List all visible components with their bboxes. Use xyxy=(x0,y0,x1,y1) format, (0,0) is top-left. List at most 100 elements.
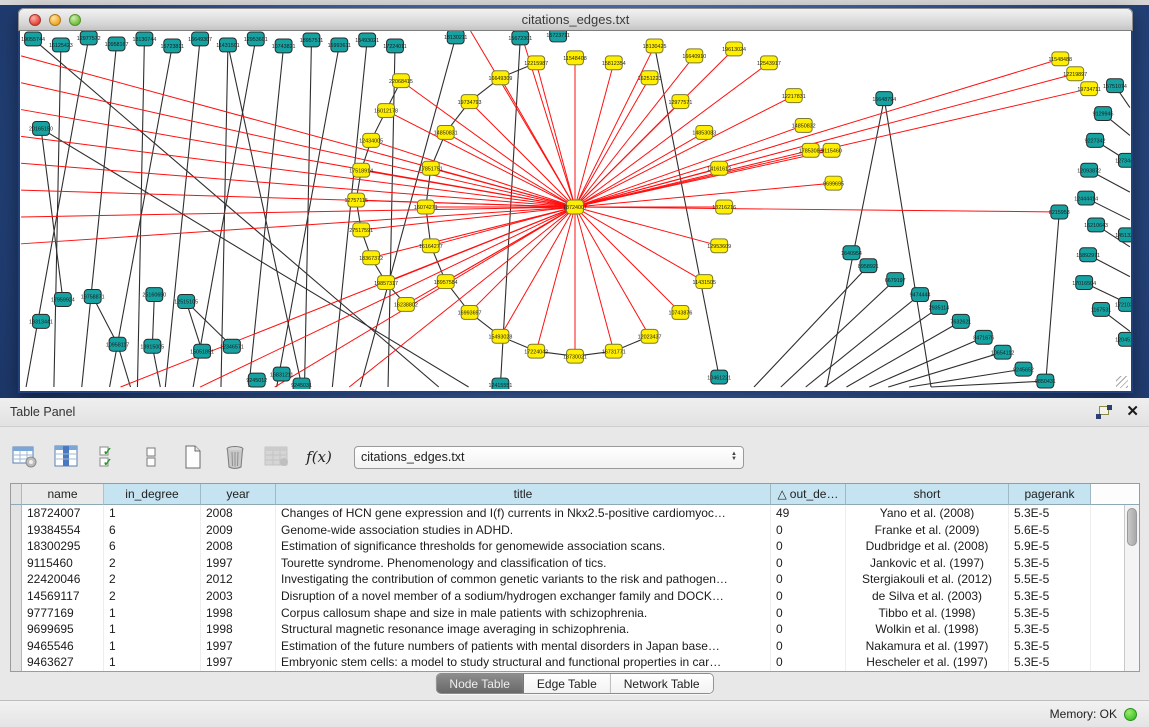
table-cell[interactable]: Corpus callosum shape and size in male p… xyxy=(276,605,771,622)
table-cell[interactable]: 0 xyxy=(771,588,846,605)
table-cell[interactable]: 9777169 xyxy=(22,605,104,622)
column-header-pagerank[interactable]: pagerank xyxy=(1009,484,1091,505)
column-header-title[interactable]: title xyxy=(276,484,771,505)
table-scrollbar[interactable] xyxy=(1124,505,1139,671)
table-cell[interactable]: 1997 xyxy=(201,555,276,572)
column-header-out_de[interactable]: △out_de… xyxy=(771,484,846,505)
table-cell[interactable]: Estimation of the future numbers of pati… xyxy=(276,638,771,655)
table-row[interactable]: 1872400712008Changes of HCN gene express… xyxy=(11,505,1124,522)
table-cell[interactable]: Hescheler et al. (1997) xyxy=(846,654,1009,671)
table-cell[interactable]: 1998 xyxy=(201,605,276,622)
table-cell[interactable]: 0 xyxy=(771,522,846,539)
column-header-name[interactable]: name xyxy=(22,484,104,505)
table-cell[interactable]: Tourette syndrome. Phenomenology and cla… xyxy=(276,555,771,572)
table-select-dropdown[interactable]: citations_edges.txt ▲▼ xyxy=(354,446,744,469)
table-cell[interactable]: 9115460 xyxy=(22,555,104,572)
table-cell[interactable]: 2 xyxy=(104,555,201,572)
table-cell[interactable]: 5.6E-5 xyxy=(1009,522,1091,539)
table-cell[interactable]: 9465546 xyxy=(22,638,104,655)
table-cell[interactable]: 9699695 xyxy=(22,621,104,638)
column-header-year[interactable]: year xyxy=(201,484,276,505)
table-cell[interactable]: 1997 xyxy=(201,638,276,655)
table-cell[interactable]: Genome-wide association studies in ADHD. xyxy=(276,522,771,539)
tab-node-table[interactable]: Node Table xyxy=(436,674,524,693)
table-cell[interactable]: 5.3E-5 xyxy=(1009,605,1091,622)
table-row[interactable]: 1938455462009Genome-wide association stu… xyxy=(11,522,1124,539)
new-column-icon[interactable] xyxy=(178,442,208,472)
row-height-icon[interactable] xyxy=(136,442,166,472)
show-columns-icon[interactable] xyxy=(52,442,82,472)
table-cell[interactable]: 5.5E-5 xyxy=(1009,571,1091,588)
table-cell[interactable]: 19384554 xyxy=(22,522,104,539)
table-cell[interactable]: 1 xyxy=(104,605,201,622)
delete-column-icon[interactable] xyxy=(220,442,250,472)
table-row[interactable]: 1456911722003Disruption of a novel membe… xyxy=(11,588,1124,605)
table-cell[interactable]: 5.3E-5 xyxy=(1009,621,1091,638)
table-cell[interactable]: 49 xyxy=(771,505,846,522)
close-window-button[interactable] xyxy=(29,14,41,26)
table-cell[interactable]: Disruption of a novel member of a sodium… xyxy=(276,588,771,605)
network-graph-canvas[interactable]: 1872400711548408122159871664930919734793… xyxy=(20,31,1131,389)
table-cell[interactable]: 2 xyxy=(104,588,201,605)
table-cell[interactable]: Wolkin et al. (1998) xyxy=(846,621,1009,638)
window-resize-grip[interactable] xyxy=(1116,376,1128,388)
table-cell[interactable]: 18724007 xyxy=(22,505,104,522)
table-cell[interactable]: Franke et al. (2009) xyxy=(846,522,1009,539)
table-cell[interactable]: Stergiakouli et al. (2012) xyxy=(846,571,1009,588)
table-cell[interactable]: Investigating the contribution of common… xyxy=(276,571,771,588)
table-cell[interactable]: Embryonic stem cells: a model to study s… xyxy=(276,654,771,671)
table-row[interactable]: 2242004622012Investigating the contribut… xyxy=(11,571,1124,588)
column-header-in_degree[interactable]: in_degree xyxy=(104,484,201,505)
table-cell[interactable]: Structural magnetic resonance image aver… xyxy=(276,621,771,638)
table-cell[interactable]: 6 xyxy=(104,538,201,555)
select-columns-icon[interactable]: ✓✓ xyxy=(94,442,124,472)
table-cell[interactable]: 0 xyxy=(771,638,846,655)
table-cell[interactable]: 5.3E-5 xyxy=(1009,588,1091,605)
float-panel-icon[interactable] xyxy=(1096,405,1112,419)
table-cell[interactable]: 6 xyxy=(104,522,201,539)
table-cell[interactable]: 0 xyxy=(771,555,846,572)
network-view-window[interactable]: citations_edges.txt 18724007115484081221… xyxy=(18,8,1133,393)
table-cell[interactable]: 5.3E-5 xyxy=(1009,505,1091,522)
table-cell[interactable]: 5.3E-5 xyxy=(1009,654,1091,671)
table-cell[interactable]: 0 xyxy=(771,621,846,638)
function-builder-icon[interactable]: f(x) xyxy=(304,442,334,472)
table-cell[interactable]: Dudbridge et al. (2008) xyxy=(846,538,1009,555)
window-titlebar[interactable]: citations_edges.txt xyxy=(18,8,1133,31)
table-row[interactable]: 969969511998Structural magnetic resonanc… xyxy=(11,621,1124,638)
table-scrollbar-thumb[interactable] xyxy=(1127,508,1137,546)
table-cell[interactable]: 1997 xyxy=(201,654,276,671)
table-cell[interactable]: 2012 xyxy=(201,571,276,588)
table-cell[interactable]: Estimation of significance thresholds fo… xyxy=(276,538,771,555)
table-cell[interactable]: 1 xyxy=(104,638,201,655)
table-row[interactable]: 977716911998Corpus callosum shape and si… xyxy=(11,605,1124,622)
table-cell[interactable]: Tibbo et al. (1998) xyxy=(846,605,1009,622)
zoom-window-button[interactable] xyxy=(69,14,81,26)
table-cell[interactable]: 18300295 xyxy=(22,538,104,555)
table-row[interactable]: 1830029562008Estimation of significance … xyxy=(11,538,1124,555)
table-mode-icon[interactable] xyxy=(10,442,40,472)
table-cell[interactable]: 9463627 xyxy=(22,654,104,671)
table-cell[interactable]: 2009 xyxy=(201,522,276,539)
table-cell[interactable]: 1 xyxy=(104,505,201,522)
table-cell[interactable]: Nakamura et al. (1997) xyxy=(846,638,1009,655)
table-cell[interactable]: 5.3E-5 xyxy=(1009,638,1091,655)
table-cell[interactable]: 14569117 xyxy=(22,588,104,605)
table-cell[interactable]: Yano et al. (2008) xyxy=(846,505,1009,522)
table-cell[interactable]: 22420046 xyxy=(22,571,104,588)
minimize-window-button[interactable] xyxy=(49,14,61,26)
tab-edge-table[interactable]: Edge Table xyxy=(524,674,611,693)
close-panel-icon[interactable]: ✕ xyxy=(1126,405,1139,419)
table-cell[interactable]: 1 xyxy=(104,654,201,671)
column-header-short[interactable]: short xyxy=(846,484,1009,505)
table-cell[interactable]: 0 xyxy=(771,654,846,671)
table-cell[interactable]: 0 xyxy=(771,538,846,555)
table-row[interactable]: 911546021997Tourette syndrome. Phenomeno… xyxy=(11,555,1124,572)
table-cell[interactable]: 1998 xyxy=(201,621,276,638)
table-cell[interactable]: Jankovic et al. (1997) xyxy=(846,555,1009,572)
table-cell[interactable]: de Silva et al. (2003) xyxy=(846,588,1009,605)
table-cell[interactable]: Changes of HCN gene expression and I(f) … xyxy=(276,505,771,522)
table-cell[interactable]: 2008 xyxy=(201,538,276,555)
table-cell[interactable]: 2 xyxy=(104,571,201,588)
table-cell[interactable]: 2008 xyxy=(201,505,276,522)
